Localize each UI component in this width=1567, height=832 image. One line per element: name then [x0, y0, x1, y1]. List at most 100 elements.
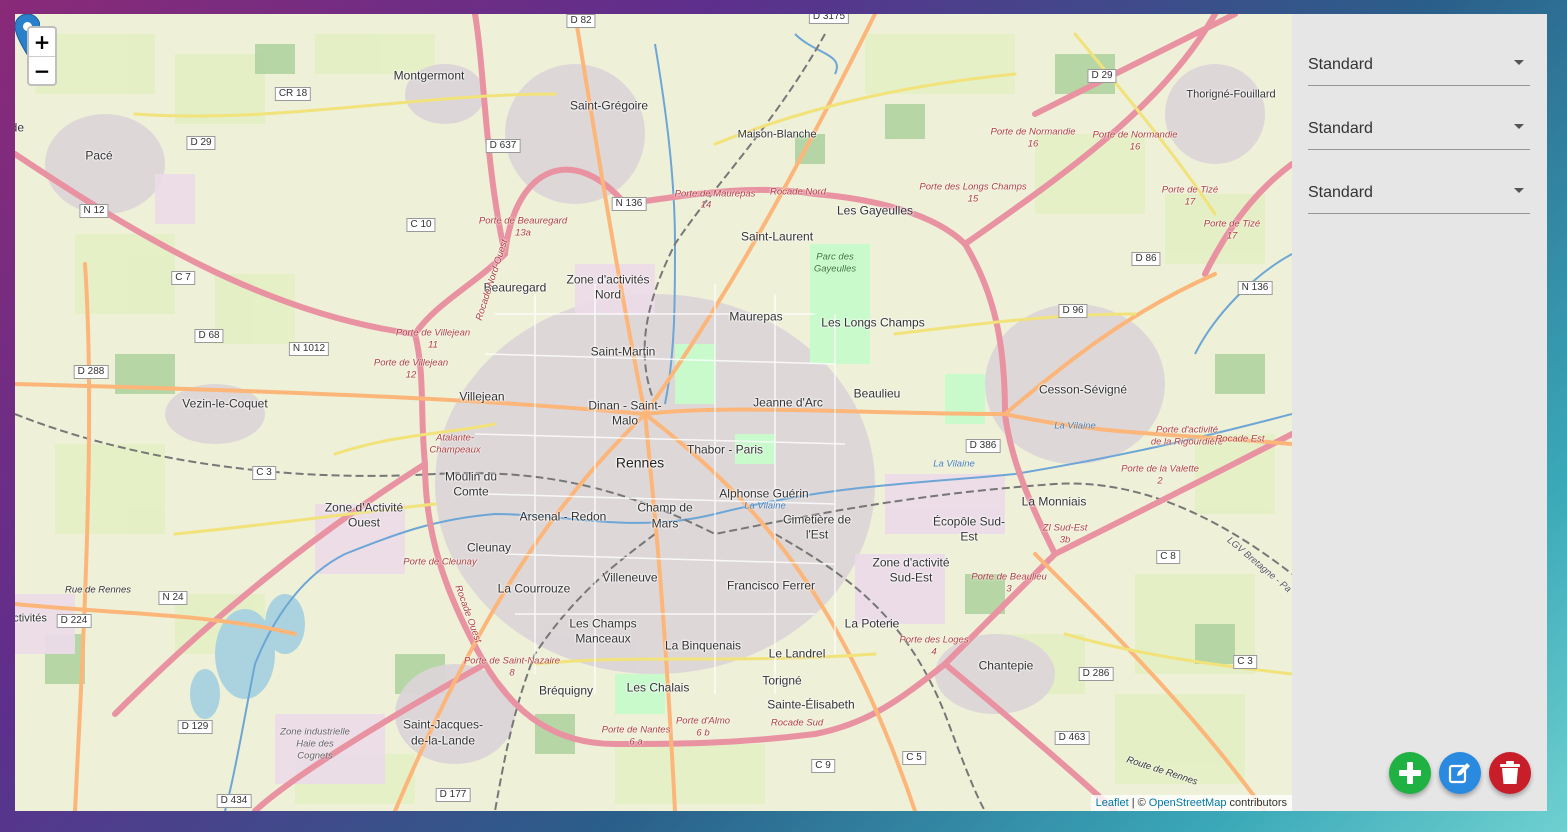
exit-label: 2: [1157, 475, 1163, 487]
place-label: Torigné: [762, 673, 802, 688]
place-label: La Poterie: [844, 616, 900, 631]
exit-label: 14: [700, 199, 712, 211]
exit-label: 12: [405, 369, 417, 381]
place-label: Maison-Blanche: [737, 128, 817, 141]
water-label: La Vilaine: [1054, 420, 1096, 432]
exit-label: Porte de Normandie: [1092, 129, 1178, 141]
exit-label: de la Rigourdière: [1150, 436, 1224, 448]
trash-icon: [1500, 761, 1520, 784]
layer-select-3[interactable]: Standard: [1308, 174, 1530, 214]
exit-label: 16: [1129, 141, 1141, 153]
exit-label: 15: [967, 193, 979, 205]
park-label: Parc des: [816, 251, 854, 263]
exit-label: Champeaux: [429, 444, 481, 456]
road-label: D 288: [73, 365, 109, 379]
exit-label: Porte de Tizé: [1203, 218, 1261, 230]
place-label: Cesson-Sévigné: [1038, 382, 1128, 397]
place-label: Villeneuve: [602, 570, 658, 585]
place-label: Alphonse Guérin: [719, 486, 809, 501]
exit-label: Porte de Cleunay: [403, 556, 477, 568]
exit-label: Porte de Villejean: [395, 327, 471, 339]
road-label: C 3: [252, 466, 276, 480]
place-label: Nord: [594, 287, 622, 302]
road-label: D 224: [56, 614, 92, 628]
road-label: C 3: [1233, 655, 1257, 669]
place-label: Thorigné-Fouillard: [1186, 88, 1276, 101]
side-panel: Standard Standard Standard: [1292, 14, 1547, 811]
exit-label: 4: [931, 646, 937, 658]
exit-label: Porte de la Valette: [1121, 463, 1199, 475]
road-label: C 10: [406, 218, 436, 232]
place-label: Est: [960, 529, 978, 544]
place-label: Saint-Grégoire: [569, 98, 649, 113]
plus-icon: [1399, 762, 1421, 784]
road-label: D 434: [216, 794, 252, 808]
place-label: Zone d'activité: [872, 555, 950, 570]
place-label: Malo: [611, 413, 639, 428]
leaflet-link[interactable]: Leaflet: [1096, 797, 1129, 809]
dropdown-arrow-icon: [1514, 124, 1524, 129]
place-label: La Courrouze: [497, 581, 571, 596]
exit-label: Porte de Nantes: [601, 724, 671, 736]
road-label: D 82: [566, 14, 596, 28]
place-label: Pacé: [85, 148, 113, 163]
place-label: Le Landrel: [768, 646, 826, 661]
road-label: C 8: [1156, 550, 1180, 564]
place-label: Francisco Ferrer: [726, 578, 816, 593]
place-label: Vezin-le-Coquet: [182, 396, 268, 411]
select-value: Standard: [1308, 120, 1373, 137]
road-label: N 136: [1237, 281, 1273, 295]
zoom-out-button[interactable]: −: [29, 56, 55, 84]
park-label: Cognets: [297, 750, 333, 762]
exit-label: ZI Sud-Est: [1042, 522, 1088, 534]
place-label: Les Champs: [569, 616, 637, 631]
place-label: Beaulieu: [853, 386, 901, 401]
exit-label: Rocade Est: [1215, 433, 1265, 445]
exit-label: Atalante-: [435, 432, 475, 444]
place-label: l'Est: [805, 527, 829, 542]
place-label: Cimetière de: [782, 512, 852, 527]
place-label: Ouest: [347, 515, 381, 530]
place-label: La Monniais: [1021, 494, 1087, 509]
place-label: Chantepie: [978, 658, 1034, 673]
exit-label: Rocade Nord: [770, 186, 826, 198]
edit-button[interactable]: [1439, 752, 1481, 794]
road-label: N 136: [611, 197, 647, 211]
zoom-control: + −: [27, 26, 57, 86]
place-label: Les Gayeulles: [836, 203, 914, 218]
place-label: Zone d'Activité: [324, 500, 404, 515]
add-button[interactable]: [1389, 752, 1431, 794]
road-label: N 1012: [288, 342, 330, 356]
place-label: Sud-Est: [889, 570, 933, 585]
road-label: D 96: [1058, 304, 1088, 318]
place-label: Sainte-Élisabeth: [767, 697, 855, 712]
exit-label: Porte d'Almo: [675, 715, 731, 727]
place-label: Dinan - Saint-: [588, 398, 662, 413]
delete-button[interactable]: [1489, 752, 1531, 794]
attribution-contributors: contributors: [1229, 797, 1287, 809]
app-frame: Montgermont Pacé le de Saint-Grégoire Ma…: [15, 14, 1547, 811]
road-label: D 129: [177, 720, 213, 734]
place-label: Arsenal - Redon: [519, 509, 607, 524]
place-label: Écopôle Sud-: [932, 514, 1006, 529]
exit-label: Porte de Villejean: [373, 357, 449, 369]
road-label: D 29: [1087, 69, 1117, 83]
road-label: D 177: [435, 788, 471, 802]
place-label: Saint-Laurent: [740, 229, 814, 244]
openstreetmap-link[interactable]: OpenStreetMap: [1149, 797, 1227, 809]
place-label: le de: [15, 120, 25, 135]
exit-label: Porte d'activité: [1155, 424, 1219, 436]
road-label: D 29: [186, 136, 216, 150]
water-label: La Vilaine: [744, 500, 786, 512]
place-label: de-la-Lande: [410, 733, 476, 748]
place-label: Montgermont: [393, 68, 465, 83]
zoom-in-button[interactable]: +: [29, 28, 55, 56]
exit-label: 17: [1226, 230, 1238, 242]
place-label: Maurepas: [729, 309, 783, 324]
park-label: Gayeulles: [813, 263, 857, 275]
layer-select-2[interactable]: Standard: [1308, 110, 1530, 150]
layer-select-1[interactable]: Standard: [1308, 46, 1530, 86]
exit-label: Porte de Tizé: [1161, 184, 1219, 196]
exit-label: Porte des Longs Champs: [919, 181, 1027, 193]
map-view[interactable]: Montgermont Pacé le de Saint-Grégoire Ma…: [15, 14, 1292, 811]
